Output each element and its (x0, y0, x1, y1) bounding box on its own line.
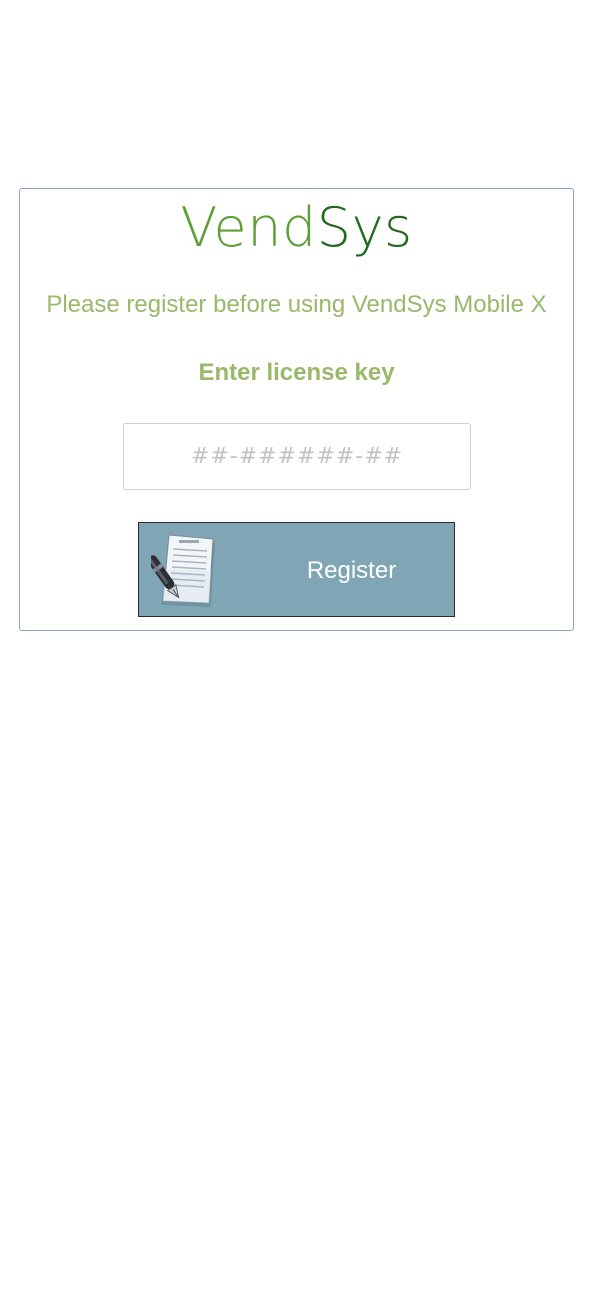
contract-pen-icon (151, 534, 215, 607)
license-key-label: Enter license key (198, 359, 395, 386)
registration-message: Please register before using VendSys Mob… (46, 291, 547, 318)
register-button-label: Register (306, 557, 397, 584)
logo-sys-text: Sys (316, 196, 413, 259)
logo-vend-text: Vend (180, 196, 317, 259)
license-key-input[interactable] (123, 423, 471, 490)
vendsys-logo: VendSys (20, 197, 573, 259)
registration-card: VendSys Please register before using Ven… (19, 188, 574, 631)
register-button[interactable]: Register (138, 522, 455, 617)
